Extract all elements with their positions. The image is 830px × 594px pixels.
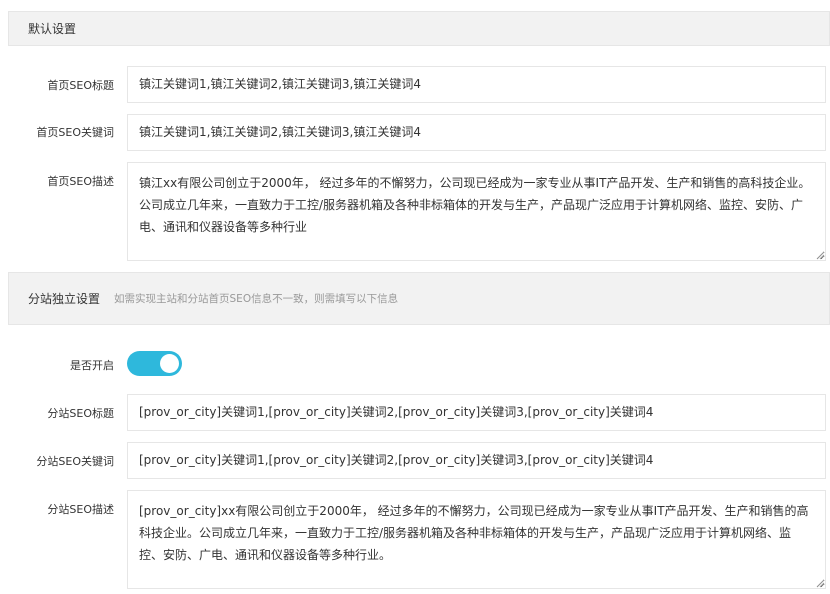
home-seo-keywords-label: 首页SEO关键词 xyxy=(36,126,114,139)
sub-seo-title-input[interactable]: [prov_or_city]关键词1,[prov_or_city]关键词2,[p… xyxy=(127,394,826,431)
sub-seo-description-label: 分站SEO描述 xyxy=(47,503,114,516)
enabled-toggle[interactable] xyxy=(127,351,182,376)
home-seo-title-label: 首页SEO标题 xyxy=(47,79,114,92)
sub-seo-title-label: 分站SEO标题 xyxy=(47,407,114,420)
home-seo-description-textarea[interactable]: 镇江xx有限公司创立于2000年， 经过多年的不懈努力，公司现已经成为一家专业从… xyxy=(127,162,826,261)
resize-handle-icon[interactable] xyxy=(815,250,825,260)
sub-seo-description-textarea[interactable]: [prov_or_city]xx有限公司创立于2000年， 经过多年的不懈努力，… xyxy=(127,490,826,589)
section-note: 如需实现主站和分站首页SEO信息不一致，则需填写以下信息 xyxy=(114,293,399,305)
section-title: 默认设置 xyxy=(28,22,77,36)
default-settings-header: 默认设置 xyxy=(8,11,830,46)
toggle-knob xyxy=(160,354,179,373)
section-title: 分站独立设置 xyxy=(28,292,101,306)
sub-seo-keywords-input[interactable]: [prov_or_city]关键词1,[prov_or_city]关键词2,[p… xyxy=(127,442,826,479)
home-seo-keywords-input[interactable]: 镇江关键词1,镇江关键词2,镇江关键词3,镇江关键词4 xyxy=(127,114,826,151)
enabled-label: 是否开启 xyxy=(70,359,114,372)
substation-settings-header: 分站独立设置 如需实现主站和分站首页SEO信息不一致，则需填写以下信息 xyxy=(8,272,830,325)
sub-seo-keywords-label: 分站SEO关键词 xyxy=(36,455,114,468)
home-seo-description-label: 首页SEO描述 xyxy=(47,175,114,188)
home-seo-title-input[interactable]: 镇江关键词1,镇江关键词2,镇江关键词3,镇江关键词4 xyxy=(127,66,826,103)
resize-handle-icon[interactable] xyxy=(815,578,825,588)
